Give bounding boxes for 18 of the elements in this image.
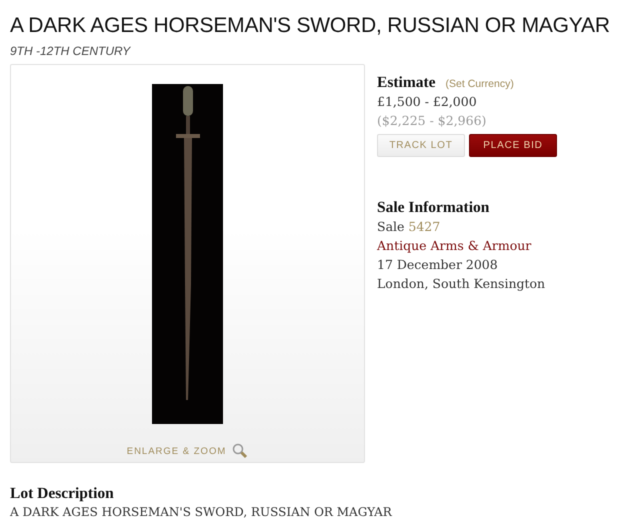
- enlarge-zoom-link[interactable]: ENLARGE & ZOOM: [126, 443, 248, 459]
- converted-price: ($2,225 - $2,966): [377, 112, 488, 130]
- set-currency-link[interactable]: (Set Currency): [446, 78, 514, 90]
- lot-title: A DARK AGES HORSEMAN'S SWORD, RUSSIAN OR MAGYAR: [10, 14, 611, 38]
- sale-number-link[interactable]: 5427: [408, 219, 440, 234]
- sale-location: London, South Kensington: [377, 275, 546, 293]
- sale-label: Sale: [377, 219, 404, 234]
- search-icon: [232, 443, 248, 459]
- track-lot-button[interactable]: TRACK LOT: [377, 134, 465, 157]
- estimate-price: £1,500 - £2,000: [377, 93, 478, 111]
- sale-name-link[interactable]: Antique Arms & Armour: [377, 238, 532, 253]
- sale-date: 17 December 2008: [377, 256, 499, 274]
- estimate-heading: Estimate: [377, 74, 436, 92]
- lot-date: 9TH -12TH CENTURY: [10, 44, 132, 58]
- place-bid-button[interactable]: PLACE BID: [469, 134, 557, 157]
- lot-description-heading: Lot Description: [10, 485, 115, 503]
- sale-information-heading: Sale Information: [377, 199, 490, 217]
- lot-description-text: A DARK AGES HORSEMAN'S SWORD, RUSSIAN OR MAGYAR: [10, 504, 393, 521]
